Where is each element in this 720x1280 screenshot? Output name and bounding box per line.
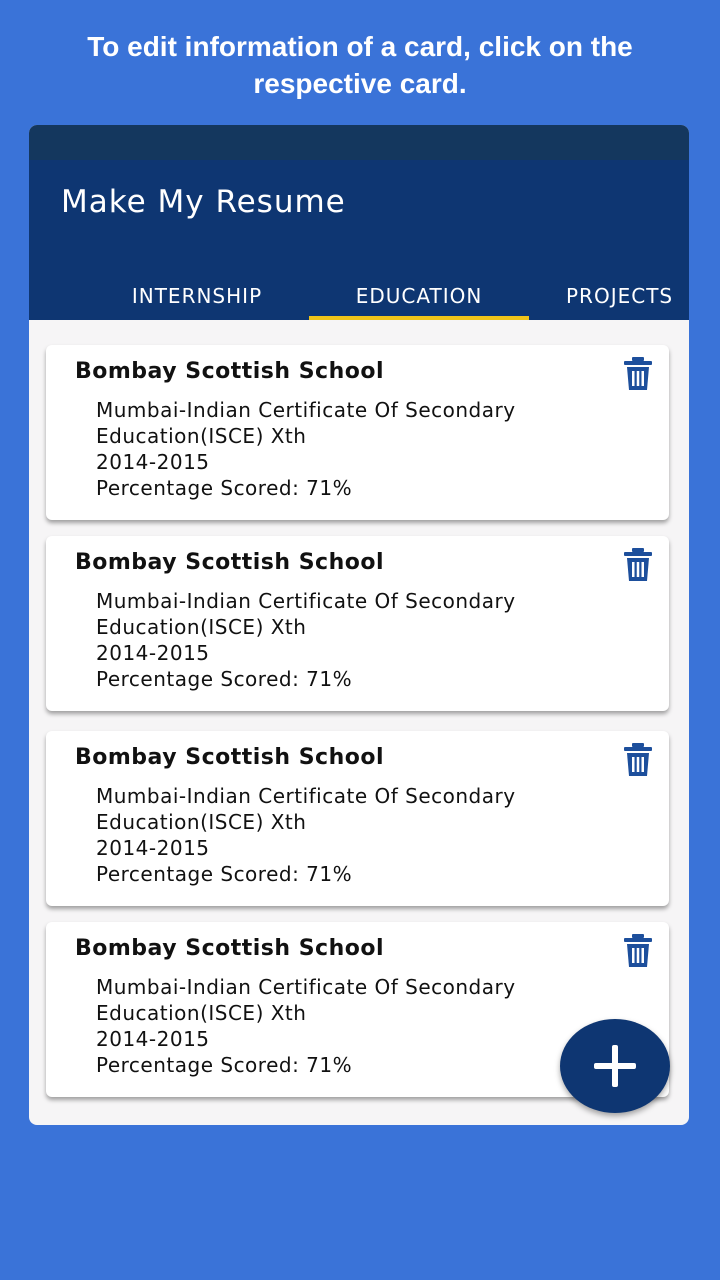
- delete-button[interactable]: [623, 934, 653, 968]
- app-bar: Make My Resume INTERNSHIP EDUCATION PROJ…: [29, 160, 689, 320]
- tab-bar: INTERNSHIP EDUCATION PROJECTS: [29, 272, 689, 320]
- trash-icon: [624, 743, 652, 776]
- card-details: Mumbai-Indian Certificate Of Secondary E…: [96, 974, 616, 1078]
- trash-icon: [624, 357, 652, 390]
- card-score: Percentage Scored: 71%: [96, 667, 353, 691]
- card-score: Percentage Scored: 71%: [96, 862, 353, 886]
- card-certificate-line-2: Education(ISCE) Xth: [96, 810, 307, 834]
- card-title: Bombay Scottish School: [75, 550, 385, 575]
- card-certificate-line: Mumbai-Indian Certificate Of Secondary: [96, 589, 516, 613]
- plus-icon: [594, 1045, 636, 1087]
- tab-projects[interactable]: PROJECTS: [566, 272, 689, 320]
- app-screen: Make My Resume INTERNSHIP EDUCATION PROJ…: [29, 125, 689, 1125]
- card-details: Mumbai-Indian Certificate Of Secondary E…: [96, 397, 616, 501]
- card-title: Bombay Scottish School: [75, 745, 385, 770]
- status-bar: [29, 125, 689, 160]
- tab-education[interactable]: EDUCATION: [309, 272, 529, 320]
- card-certificate-line: Mumbai-Indian Certificate Of Secondary: [96, 975, 516, 999]
- card-years: 2014-2015: [96, 1027, 210, 1051]
- card-years: 2014-2015: [96, 836, 210, 860]
- card-certificate-line-2: Education(ISCE) Xth: [96, 1001, 307, 1025]
- delete-button[interactable]: [623, 743, 653, 777]
- card-details: Mumbai-Indian Certificate Of Secondary E…: [96, 783, 616, 887]
- card-certificate-line: Mumbai-Indian Certificate Of Secondary: [96, 784, 516, 808]
- card-score: Percentage Scored: 71%: [96, 476, 353, 500]
- card-title: Bombay Scottish School: [75, 359, 385, 384]
- instruction-caption: To edit information of a card, click on …: [87, 31, 633, 99]
- card-years: 2014-2015: [96, 450, 210, 474]
- education-card[interactable]: Bombay Scottish School Mumbai-Indian Cer…: [46, 731, 669, 906]
- card-certificate-line-2: Education(ISCE) Xth: [96, 424, 307, 448]
- education-card[interactable]: Bombay Scottish School Mumbai-Indian Cer…: [46, 345, 669, 520]
- card-certificate-line-2: Education(ISCE) Xth: [96, 615, 307, 639]
- card-title: Bombay Scottish School: [75, 936, 385, 961]
- delete-button[interactable]: [623, 548, 653, 582]
- delete-button[interactable]: [623, 357, 653, 391]
- add-card-button[interactable]: [560, 1019, 670, 1113]
- card-years: 2014-2015: [96, 641, 210, 665]
- education-card[interactable]: Bombay Scottish School Mumbai-Indian Cer…: [46, 536, 669, 711]
- card-score: Percentage Scored: 71%: [96, 1053, 353, 1077]
- trash-icon: [624, 934, 652, 967]
- trash-icon: [624, 548, 652, 581]
- card-certificate-line: Mumbai-Indian Certificate Of Secondary: [96, 398, 516, 422]
- app-title: Make My Resume: [61, 184, 346, 220]
- card-details: Mumbai-Indian Certificate Of Secondary E…: [96, 588, 616, 692]
- tab-internship[interactable]: INTERNSHIP: [87, 272, 307, 320]
- active-tab-indicator: [309, 316, 529, 320]
